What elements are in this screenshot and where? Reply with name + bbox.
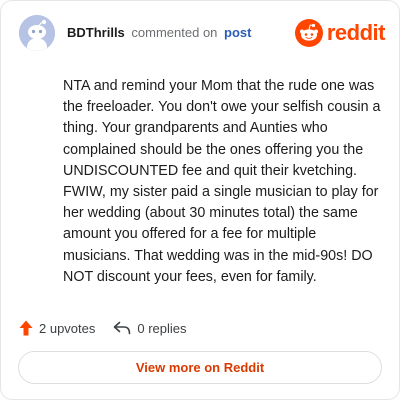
reddit-logo[interactable]: reddit [294,19,386,47]
upvote-button[interactable]: 2 upvotes [19,320,95,336]
commented-on-text: commented on [131,25,218,40]
comment-header: BDThrills commented on post reddit [19,15,386,51]
snoo-avatar-icon [19,15,55,51]
reply-arrow-icon [114,321,131,335]
post-link[interactable]: post [224,25,251,40]
reddit-snoo-icon [294,19,323,47]
comment-body: NTA and remind your Mom that the rude on… [63,78,381,285]
comment-meta: BDThrills commented on post [67,25,252,41]
comment-card: BDThrills commented on post reddit NTA a… [0,0,400,400]
reddit-wordmark: reddit [326,20,386,45]
upvote-arrow-icon [19,320,33,336]
username-link[interactable]: BDThrills [67,25,125,40]
reply-button[interactable]: 0 replies [113,320,187,336]
user-avatar[interactable] [19,15,55,51]
comment-actions: 2 upvotes 0 replies [19,318,187,338]
upvotes-count: 2 upvotes [39,320,96,336]
view-more-on-reddit-button[interactable]: View more on Reddit [18,351,382,384]
replies-count: 0 replies [137,320,187,336]
